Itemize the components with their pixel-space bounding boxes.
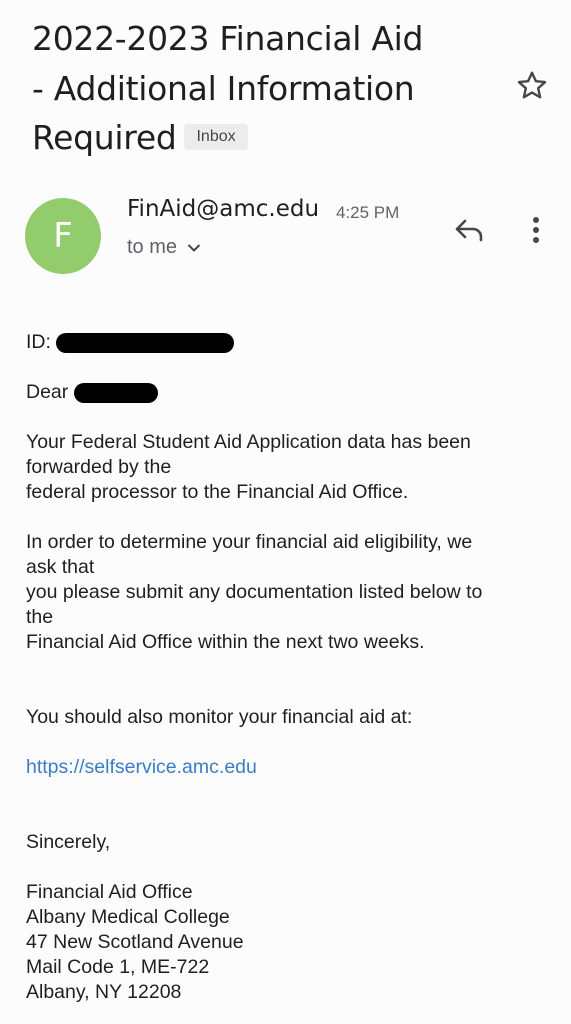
paragraph-1: Your Federal Student Aid Application dat… <box>26 430 556 505</box>
para1-line: federal processor to the Financial Aid O… <box>26 481 409 503</box>
dear-label: Dear <box>26 381 69 403</box>
signature-block: Financial Aid Office Albany Medical Coll… <box>26 880 556 1005</box>
sender-avatar[interactable]: F <box>25 198 101 274</box>
inbox-label-chip[interactable]: Inbox <box>184 123 248 150</box>
subject-line-2: - Additional Information <box>32 68 415 108</box>
timestamp: 4:25 PM <box>336 203 400 222</box>
redacted-id <box>56 332 235 353</box>
recipient-label: to me <box>127 236 178 258</box>
email-subject: 2022-2023 Financial Aid - Additional Inf… <box>32 14 502 163</box>
monitor-text: You should also monitor your financial a… <box>26 706 413 728</box>
para2-line: In order to determine your financial aid… <box>26 531 473 553</box>
para2-line: ask that <box>26 556 95 578</box>
signature-line: Financial Aid Office <box>26 881 193 903</box>
para1-line: Your Federal Student Aid Application dat… <box>26 431 471 453</box>
para2-line: you please submit any documentation list… <box>26 581 483 603</box>
greeting-line: Dear <box>26 380 556 405</box>
reply-icon[interactable] <box>452 214 488 246</box>
more-vert-icon[interactable] <box>526 214 546 246</box>
star-icon[interactable] <box>514 68 550 104</box>
chevron-down-icon <box>187 243 201 252</box>
selfservice-link[interactable]: https://selfservice.amc.edu <box>26 756 257 778</box>
signature-line: 47 New Scotland Avenue <box>26 931 244 953</box>
signature-line: Albany Medical College <box>26 906 230 928</box>
subject-line-3: Required Inbox <box>32 113 502 163</box>
closing-text: Sincerely, <box>26 831 111 853</box>
recipient-toggle[interactable]: to me <box>127 236 201 259</box>
id-line: ID: <box>26 330 556 355</box>
subject-line-1: 2022-2023 Financial Aid <box>32 19 424 58</box>
redacted-name <box>73 382 158 403</box>
subject-line-3-text: Required <box>32 118 177 157</box>
signature-line: Mail Code 1, ME-722 <box>26 956 210 978</box>
para2-line: Financial Aid Office within the next two… <box>26 631 425 653</box>
email-body: ID: Dear Your Federal Student Aid Applic… <box>26 330 556 1005</box>
sender-address[interactable]: FinAid@amc.edu <box>127 196 319 222</box>
signature-line: Albany, NY 12208 <box>26 981 182 1003</box>
para2-line: the <box>26 606 54 628</box>
paragraph-2: In order to determine your financial aid… <box>26 530 556 655</box>
id-label: ID: <box>26 331 51 353</box>
para1-line: forwarded by the <box>26 456 172 478</box>
